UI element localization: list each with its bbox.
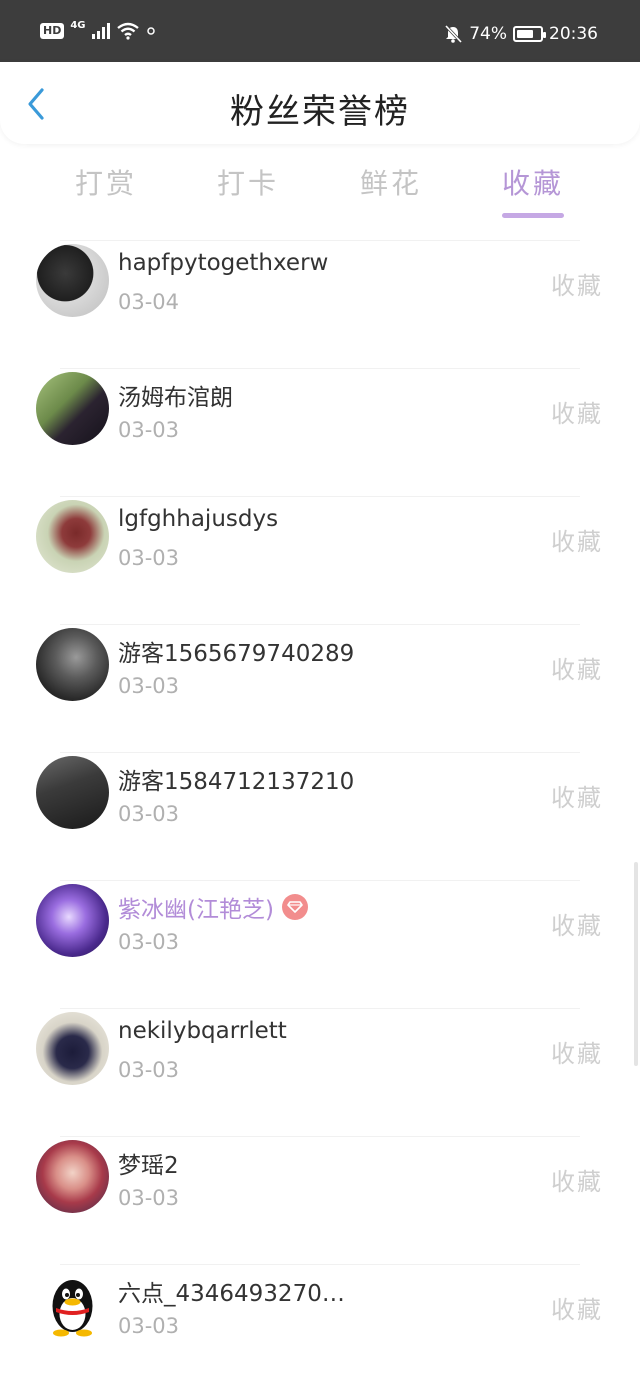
tab-checkin[interactable]: 打卡 bbox=[188, 162, 308, 202]
avatar bbox=[36, 884, 109, 957]
favorite-label: 收藏 bbox=[551, 784, 603, 812]
list-item[interactable]: 紫冰幽(江艳芝) 03-03 收藏 bbox=[0, 880, 640, 1008]
date: 03-03 bbox=[118, 802, 180, 826]
favorite-label: 收藏 bbox=[551, 1040, 603, 1068]
favorite-label: 收藏 bbox=[551, 400, 603, 428]
divider bbox=[60, 1136, 580, 1137]
page-title: 粉丝荣誉榜 bbox=[230, 92, 410, 132]
status-left: HD 4G bbox=[40, 19, 156, 40]
app-header: 粉丝荣誉榜 bbox=[0, 62, 640, 144]
avatar bbox=[36, 244, 109, 317]
divider bbox=[60, 1008, 580, 1009]
date: 03-03 bbox=[118, 546, 180, 570]
user-name: nekilybqarrlett bbox=[118, 1018, 287, 1044]
list-item[interactable]: nekilybqarrlett 03-03 收藏 bbox=[0, 1008, 640, 1136]
list-item[interactable]: 六点_4346493270… 03-03 收藏 bbox=[0, 1264, 640, 1387]
divider bbox=[60, 368, 580, 369]
avatar bbox=[36, 756, 109, 829]
divider bbox=[60, 240, 580, 241]
tab-reward[interactable]: 打赏 bbox=[46, 162, 166, 202]
date: 03-03 bbox=[118, 1314, 180, 1338]
avatar bbox=[36, 1012, 109, 1085]
date: 03-03 bbox=[118, 418, 180, 442]
user-name: 紫冰幽(江艳芝) bbox=[118, 890, 308, 924]
favorite-label: 收藏 bbox=[551, 912, 603, 940]
list-item[interactable]: 游客1565679740289 03-03 收藏 bbox=[0, 624, 640, 752]
favorite-label: 收藏 bbox=[551, 272, 603, 300]
avatar bbox=[36, 500, 109, 573]
tab-bar: 打赏 打卡 鲜花 收藏 bbox=[0, 150, 640, 230]
list-item[interactable]: 梦瑶2 03-03 收藏 bbox=[0, 1136, 640, 1264]
battery-icon bbox=[513, 26, 546, 42]
date: 03-03 bbox=[118, 674, 180, 698]
user-name: lgfghhajusdys bbox=[118, 506, 279, 532]
favorite-label: 收藏 bbox=[551, 1168, 603, 1196]
divider bbox=[60, 752, 580, 753]
user-name: 游客1565679740289 bbox=[118, 641, 355, 667]
favorite-label: 收藏 bbox=[551, 528, 603, 556]
tab-flowers[interactable]: 鲜花 bbox=[331, 162, 451, 202]
user-name: 汤姆布涫朗 bbox=[118, 385, 233, 411]
list-item[interactable]: 游客1584712137210 03-03 收藏 bbox=[0, 752, 640, 880]
tab-active-indicator bbox=[502, 213, 564, 218]
status-right: 74% 20:36 bbox=[443, 24, 598, 44]
mute-bell-icon bbox=[445, 24, 463, 44]
wifi-icon bbox=[116, 22, 139, 40]
signal-icon bbox=[91, 23, 110, 39]
divider bbox=[60, 1264, 580, 1265]
list-item[interactable]: 汤姆布涫朗 03-03 收藏 bbox=[0, 368, 640, 496]
user-name: 六点_4346493270… bbox=[118, 1281, 345, 1307]
date: 03-04 bbox=[118, 290, 180, 314]
user-name: hapfpytogethxerw bbox=[118, 250, 329, 276]
divider bbox=[60, 880, 580, 881]
user-name: 梦瑶2 bbox=[118, 1153, 179, 1179]
avatar bbox=[36, 628, 109, 701]
date: 03-03 bbox=[118, 1058, 180, 1082]
hd-badge: HD bbox=[40, 23, 65, 39]
tab-favorites[interactable]: 收藏 bbox=[473, 162, 593, 202]
battery-level bbox=[517, 30, 533, 38]
battery-percent: 74% bbox=[469, 24, 507, 44]
clock: 20:36 bbox=[549, 24, 598, 44]
list-item[interactable]: hapfpytogethxerw 03-04 收藏 bbox=[0, 240, 640, 368]
date: 03-03 bbox=[118, 1186, 180, 1210]
penguin-avatar-icon bbox=[52, 1280, 93, 1337]
divider bbox=[60, 624, 580, 625]
favorite-label: 收藏 bbox=[551, 1296, 603, 1324]
avatar bbox=[36, 1140, 109, 1213]
divider bbox=[60, 496, 580, 497]
avatar bbox=[36, 372, 109, 445]
network-type: 4G bbox=[70, 19, 86, 31]
list-item[interactable]: lgfghhajusdys 03-03 收藏 bbox=[0, 496, 640, 624]
scrollbar[interactable] bbox=[634, 862, 638, 1066]
avatar bbox=[36, 1268, 109, 1341]
favorite-label: 收藏 bbox=[551, 656, 603, 684]
user-name: 游客1584712137210 bbox=[118, 769, 355, 795]
vip-diamond-icon bbox=[281, 894, 308, 920]
notification-dot-icon bbox=[146, 27, 155, 35]
date: 03-03 bbox=[118, 930, 180, 954]
status-bar: HD 4G 74% 20:36 bbox=[0, 0, 640, 62]
